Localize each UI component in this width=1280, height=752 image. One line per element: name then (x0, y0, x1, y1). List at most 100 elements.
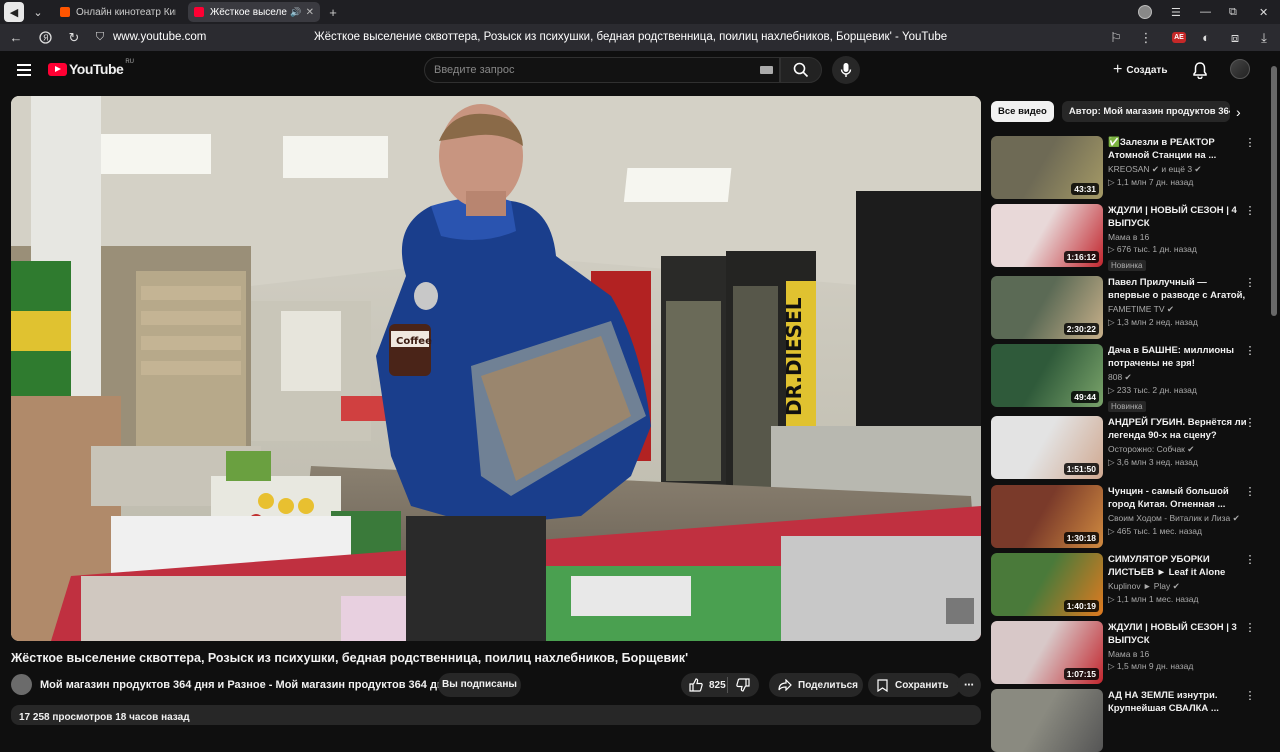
recommendation-item[interactable]: 1:30:18 Чунцин - самый большой город Кита… (991, 485, 1256, 548)
recommendation-channel[interactable]: Мама в 16 (1108, 649, 1248, 659)
recommendation-channel[interactable]: 808 ✔ (1108, 372, 1248, 383)
chip-all-videos[interactable]: Все видео (991, 101, 1054, 122)
recommendation-item[interactable]: 1:16:12 ЖДУЛИ | НОВЫЙ СЕЗОН | 4 ВЫПУСК Мам… (991, 204, 1256, 271)
youtube-favicon-icon (194, 7, 204, 17)
close-window-icon[interactable]: ✕ (1259, 0, 1268, 24)
video-thumbnail[interactable]: 43:31 (991, 136, 1103, 199)
chevron-right-icon[interactable]: › (1236, 104, 1241, 120)
recommendation-item[interactable]: АД НА ЗЕМЛЕ изнутри. Крупнейшая СВАЛКА .… (991, 689, 1256, 752)
more-vertical-icon[interactable]: ⋮ (1244, 689, 1256, 702)
video-thumbnail[interactable] (991, 689, 1103, 752)
recommendation-title[interactable]: ✅Залезли в РЕАКТОР Атомной Станции на ..… (1108, 136, 1248, 162)
minimize-icon[interactable]: — (1200, 0, 1211, 24)
recommendation-channel[interactable]: Осторожно: Собчак ✔ (1108, 444, 1248, 455)
tab-audio-icon[interactable]: ◀ (4, 2, 24, 22)
youtube-logo[interactable]: YouTube RU (48, 59, 134, 77)
like-button[interactable]: 825 (681, 678, 727, 692)
extension-badge-icon[interactable]: AE (1168, 24, 1190, 51)
more-vertical-icon[interactable]: ⋮ (1244, 276, 1256, 289)
extensions-icon[interactable]: ⧈ (1224, 24, 1246, 51)
channel-avatar[interactable] (11, 674, 32, 695)
tab-label: Жёсткое выселение скваттера (210, 6, 287, 18)
subscribed-button[interactable]: Вы подписаны (438, 673, 521, 697)
account-avatar[interactable] (1230, 59, 1250, 79)
video-thumbnail[interactable]: 1:40:19 (991, 553, 1103, 616)
recommendation-title[interactable]: СИМУЛЯТОР УБОРКИ ЛИСТЬЕВ ► Leaf it Alone (1108, 553, 1248, 579)
recommendation-title[interactable]: ЖДУЛИ | НОВЫЙ СЕЗОН | 4 ВЫПУСК (1108, 204, 1248, 230)
create-label: Создать (1126, 64, 1168, 76)
recommendation-title[interactable]: Павел Прилучный — впервые о разводе с Аг… (1108, 276, 1248, 302)
recommendation-channel[interactable]: FAMETIME TV ✔ (1108, 304, 1248, 315)
video-thumbnail[interactable]: 1:07:15 (991, 621, 1103, 684)
speaker-icon[interactable]: 🔊 (290, 7, 301, 18)
channel-name[interactable]: Мой магазин продуктов 364 дня и Разное -… (40, 679, 450, 691)
video-thumbnail[interactable]: 1:51:50 (991, 416, 1103, 479)
voice-search-button[interactable] (832, 56, 860, 84)
hamburger-menu-icon[interactable] (17, 64, 31, 76)
more-vertical-icon[interactable]: ⋮ (1244, 553, 1256, 566)
chip-author[interactable]: Автор: Мой магазин продуктов 364 дня (1061, 101, 1230, 122)
video-player[interactable]: DR.DIESEL Coffee (11, 96, 981, 641)
recommendation-title[interactable]: Дача в БАШНЕ: миллионы потрачены не зря! (1108, 344, 1248, 370)
keyboard-icon[interactable] (760, 66, 773, 74)
recommendation-title[interactable]: АНДРЕЙ ГУБИН. Вернётся ли легенда 90-х н… (1108, 416, 1248, 442)
video-thumbnail[interactable]: 1:30:18 (991, 485, 1103, 548)
tab-youtube[interactable]: Жёсткое выселение скваттера 🔊 ✕ (188, 2, 320, 22)
bell-icon[interactable] (1192, 61, 1208, 79)
maximize-icon[interactable]: ⧉ (1229, 0, 1237, 24)
svg-text:Coffee: Coffee (396, 336, 432, 347)
download-icon[interactable]: ⤓ (1253, 24, 1275, 51)
recommendation-channel[interactable]: Своим Ходом - Виталик и Лиза ✔ (1108, 513, 1248, 524)
screen-share-icon[interactable]: ◐ (1195, 24, 1217, 51)
more-vertical-icon[interactable]: ⋮ (1244, 136, 1256, 149)
recommendation-channel[interactable]: Мама в 16 (1108, 232, 1248, 242)
bookmark-icon[interactable]: ⚐ (1105, 24, 1127, 51)
search-button[interactable] (780, 57, 822, 83)
more-vertical-icon[interactable]: ⋮ (1244, 485, 1256, 498)
recommendation-item[interactable]: 1:51:50 АНДРЕЙ ГУБИН. Вернётся ли легенда… (991, 416, 1256, 479)
menu-icon[interactable]: ☰ (1171, 0, 1181, 24)
recommendation-title[interactable]: АД НА ЗЕМЛЕ изнутри. Крупнейшая СВАЛКА .… (1108, 689, 1248, 715)
recommendation-info: Дача в БАШНЕ: миллионы потрачены не зря!… (1108, 344, 1248, 414)
recommendation-stats: ▷ 676 тыс. 1 дн. назад (1108, 244, 1197, 254)
dislike-button[interactable] (728, 678, 750, 692)
share-button[interactable]: Поделиться (769, 673, 863, 697)
region-label: RU (125, 59, 134, 65)
new-tab-button[interactable]: + (324, 3, 342, 21)
recommendation-item[interactable]: 1:40:19 СИМУЛЯТОР УБОРКИ ЛИСТЬЕВ ► Leaf i… (991, 553, 1256, 616)
tabs-dropdown-icon[interactable]: ⌄ (28, 2, 48, 22)
security-icon[interactable]: ⛉ (89, 24, 111, 51)
back-icon[interactable]: ← (5, 24, 27, 51)
video-thumbnail[interactable]: 1:16:12 (991, 204, 1103, 267)
recommendation-title[interactable]: ЖДУЛИ | НОВЫЙ СЕЗОН | 3 ВЫПУСК (1108, 621, 1248, 647)
video-thumbnail[interactable]: 2:30:22 (991, 276, 1103, 339)
recommendation-title[interactable]: Чунцин - самый большой город Китая. Огне… (1108, 485, 1248, 511)
create-button[interactable]: + Создать (1113, 58, 1167, 82)
recommendation-item[interactable]: 43:31 ✅Залезли в РЕАКТОР Атомной Станции … (991, 136, 1256, 199)
profile-icon[interactable] (1138, 0, 1152, 24)
url-text[interactable]: www.youtube.com (113, 24, 206, 51)
more-icon[interactable]: ⋮ (1135, 24, 1157, 51)
recommendation-item[interactable]: 49:44 Дача в БАШНЕ: миллионы потрачены не… (991, 344, 1256, 412)
save-button[interactable]: Сохранить (868, 673, 961, 697)
recommendation-info: ✅Залезли в РЕАКТОР Атомной Станции на ..… (1108, 136, 1248, 188)
search-input[interactable]: Введите запрос (424, 57, 780, 83)
recommendation-item[interactable]: 1:07:15 ЖДУЛИ | НОВЫЙ СЕЗОН | 3 ВЫПУСК Мам… (991, 621, 1256, 684)
recommendation-channel[interactable]: Kuplinov ► Play ✔ (1108, 581, 1248, 592)
reload-icon[interactable]: ↻ (63, 24, 85, 51)
close-tab-icon[interactable]: ✕ (306, 7, 314, 18)
tab-kinopoisk[interactable]: Онлайн кинотеатр Кинопоиск (54, 2, 182, 22)
recommendation-channel[interactable]: KREOSAN ✔ и ещё 3 ✔ (1108, 164, 1248, 175)
more-vertical-icon[interactable]: ⋮ (1244, 344, 1256, 357)
video-thumbnail[interactable]: 49:44 (991, 344, 1103, 407)
duration-badge: 43:31 (1071, 183, 1099, 195)
more-vertical-icon[interactable]: ⋮ (1244, 204, 1256, 217)
scrollbar[interactable] (1271, 66, 1277, 316)
more-actions-button[interactable]: ⋯ (957, 673, 981, 697)
recommendation-stats: ▷ 3,6 млн 3 нед. назад (1108, 457, 1198, 467)
yandex-icon[interactable]: Я (34, 24, 56, 51)
recommendation-item[interactable]: 2:30:22 Павел Прилучный — впервые о разво… (991, 276, 1256, 339)
more-vertical-icon[interactable]: ⋮ (1244, 416, 1256, 429)
more-vertical-icon[interactable]: ⋮ (1244, 621, 1256, 634)
video-description-box[interactable]: 17 258 просмотров 18 часов назад (11, 705, 981, 725)
